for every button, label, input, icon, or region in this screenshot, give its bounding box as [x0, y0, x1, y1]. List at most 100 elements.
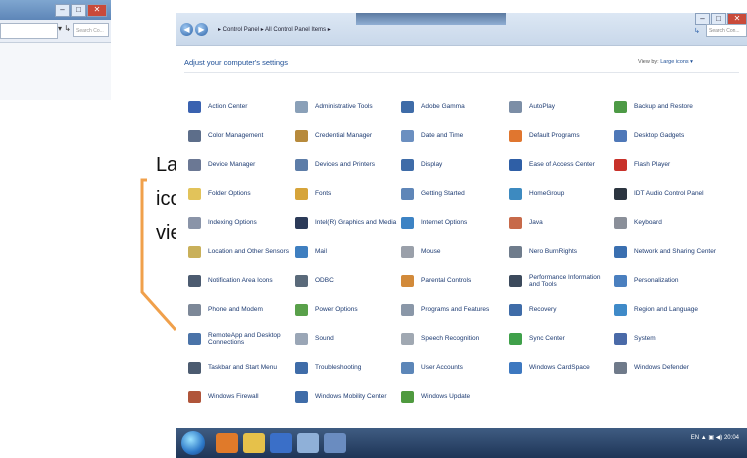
taskbar-controlpanel-icon[interactable]	[324, 433, 346, 453]
control-panel-item[interactable]: Display	[399, 155, 507, 175]
getting-started-icon	[399, 187, 415, 201]
background-dropdown-refresh[interactable]: ▾ ↳	[58, 24, 71, 33]
control-panel-item[interactable]: Devices and Printers	[293, 155, 399, 175]
mouse-icon	[399, 245, 415, 259]
control-panel-item[interactable]: Ease of Access Center	[507, 155, 612, 175]
control-panel-item[interactable]: Troubleshooting	[293, 358, 399, 378]
control-panel-item[interactable]: Date and Time	[399, 126, 507, 146]
homegroup-icon	[507, 187, 523, 201]
control-panel-item[interactable]: Windows CardSpace	[507, 358, 612, 378]
control-panel-item[interactable]: Windows Mobility Center	[293, 387, 399, 407]
maximize-button[interactable]: □	[71, 4, 86, 17]
minimize-button[interactable]: –	[55, 4, 70, 17]
control-panel-item[interactable]: Intel(R) Graphics and Media	[293, 213, 399, 233]
navigation-buttons: ◀ ▶	[180, 23, 208, 36]
back-button[interactable]: ◀	[180, 23, 193, 36]
taskbar-word-icon[interactable]	[270, 433, 292, 453]
control-panel-item[interactable]: Windows Defender	[612, 358, 728, 378]
control-panel-item-label: Indexing Options	[208, 219, 257, 227]
control-panel-item[interactable]: Windows Firewall	[186, 387, 293, 407]
control-panel-item[interactable]: Java	[507, 213, 612, 233]
control-panel-item[interactable]: Parental Controls	[399, 271, 507, 291]
control-panel-item[interactable]: Location and Other Sensors	[186, 242, 293, 262]
control-panel-item[interactable]: Speech Recognition	[399, 329, 507, 349]
control-panel-item[interactable]: Nero BurnRights	[507, 242, 612, 262]
flag-icon	[186, 100, 202, 114]
control-panel-item[interactable]: Flash Player	[612, 155, 728, 175]
control-panel-item[interactable]: User Accounts	[399, 358, 507, 378]
update-icon	[399, 390, 415, 404]
control-panel-item[interactable]: Adobe Gamma	[399, 97, 507, 117]
control-panel-item[interactable]: Mail	[293, 242, 399, 262]
control-panel-item[interactable]: Personalization	[612, 271, 728, 291]
control-panel-item[interactable]: Getting Started	[399, 184, 507, 204]
control-panel-item-label: Administrative Tools	[315, 103, 373, 111]
control-panel-item[interactable]: Fonts	[293, 184, 399, 204]
control-panel-item-label: Personalization	[634, 277, 679, 285]
background-address-field[interactable]	[0, 23, 58, 39]
refresh-icon[interactable]: ↳	[694, 27, 700, 35]
programs-icon	[399, 303, 415, 317]
control-panel-item-label: Devices and Printers	[315, 161, 375, 169]
taskbar: EN ▲ ▣ ◀) 20:04	[176, 428, 747, 458]
flash-icon	[612, 158, 628, 172]
control-panel-item[interactable]: HomeGroup	[507, 184, 612, 204]
control-panel-item[interactable]: Sync Center	[507, 329, 612, 349]
background-search-input[interactable]: Search Co...	[73, 23, 109, 37]
control-panel-item[interactable]: Programs and Features	[399, 300, 507, 320]
personalization-icon	[612, 274, 628, 288]
control-panel-item[interactable]: Mouse	[399, 242, 507, 262]
control-panel-item[interactable]: AutoPlay	[507, 97, 612, 117]
control-panel-item[interactable]: ODBC	[293, 271, 399, 291]
admin-tools-icon	[293, 100, 309, 114]
close-button[interactable]: ✕	[87, 4, 107, 17]
control-panel-item[interactable]: Recovery	[507, 300, 612, 320]
control-panel-item[interactable]: System	[612, 329, 728, 349]
control-panel-item[interactable]: Sound	[293, 329, 399, 349]
control-panel-item[interactable]: Power Options	[293, 300, 399, 320]
speech-icon	[399, 332, 415, 346]
breadcrumb[interactable]: ▸ Control Panel ▸ All Control Panel Item…	[218, 26, 331, 33]
background-window-controls: – □ ✕	[55, 4, 107, 17]
control-panel-item[interactable]: IDT Audio Control Panel	[612, 184, 728, 204]
control-panel-item[interactable]: Region and Language	[612, 300, 728, 320]
control-panel-item[interactable]: Internet Options	[399, 213, 507, 233]
printer-icon	[293, 158, 309, 172]
control-panel-item[interactable]: Color Management	[186, 126, 293, 146]
control-panel-item[interactable]: RemoteApp and Desktop Connections	[186, 329, 293, 349]
background-window-titlebar: – □ ✕	[0, 0, 111, 20]
control-panel-item[interactable]: Indexing Options	[186, 213, 293, 233]
control-panel-item[interactable]: Administrative Tools	[293, 97, 399, 117]
defender-icon	[612, 361, 628, 375]
audio-icon	[612, 187, 628, 201]
control-panel-item[interactable]: Default Programs	[507, 126, 612, 146]
view-by-dropdown[interactable]: Large icons ▾	[660, 59, 693, 65]
control-panel-item[interactable]: Windows Update	[399, 387, 507, 407]
control-panel-item[interactable]: Performance Information and Tools	[507, 271, 612, 291]
control-panel-item[interactable]: Keyboard	[612, 213, 728, 233]
taskbar-explorer-icon[interactable]	[243, 433, 265, 453]
control-panel-item[interactable]: Network and Sharing Center	[612, 242, 728, 262]
control-panel-item[interactable]: Folder Options	[186, 184, 293, 204]
search-input[interactable]: Search Con...	[706, 24, 747, 37]
control-panel-item[interactable]: Taskbar and Start Menu	[186, 358, 293, 378]
control-panel-item[interactable]: Phone and Modem	[186, 300, 293, 320]
view-by-selector[interactable]: View by: Large icons ▾	[638, 59, 693, 65]
forward-button[interactable]: ▶	[195, 23, 208, 36]
taskbar-icon	[186, 361, 202, 375]
control-panel-item[interactable]: Notification Area Icons	[186, 271, 293, 291]
control-panel-item[interactable]: Action Center	[186, 97, 293, 117]
start-button[interactable]	[181, 431, 205, 455]
control-panel-item-label: Taskbar and Start Menu	[208, 364, 278, 372]
control-panel-item-label: Phone and Modem	[208, 306, 263, 314]
control-panel-item[interactable]: Device Manager	[186, 155, 293, 175]
sync-icon	[507, 332, 523, 346]
control-panel-item-label: Notification Area Icons	[208, 277, 273, 285]
taskbar-media-icon[interactable]	[216, 433, 238, 453]
control-panel-item[interactable]: Credential Manager	[293, 126, 399, 146]
control-panel-item[interactable]: Backup and Restore	[612, 97, 728, 117]
background-window: – □ ✕ ▾ ↳ Search Co...	[0, 0, 111, 100]
taskbar-paint-icon[interactable]	[297, 433, 319, 453]
control-panel-item[interactable]: Desktop Gadgets	[612, 126, 728, 146]
control-panel-item-label: Device Manager	[208, 161, 256, 169]
